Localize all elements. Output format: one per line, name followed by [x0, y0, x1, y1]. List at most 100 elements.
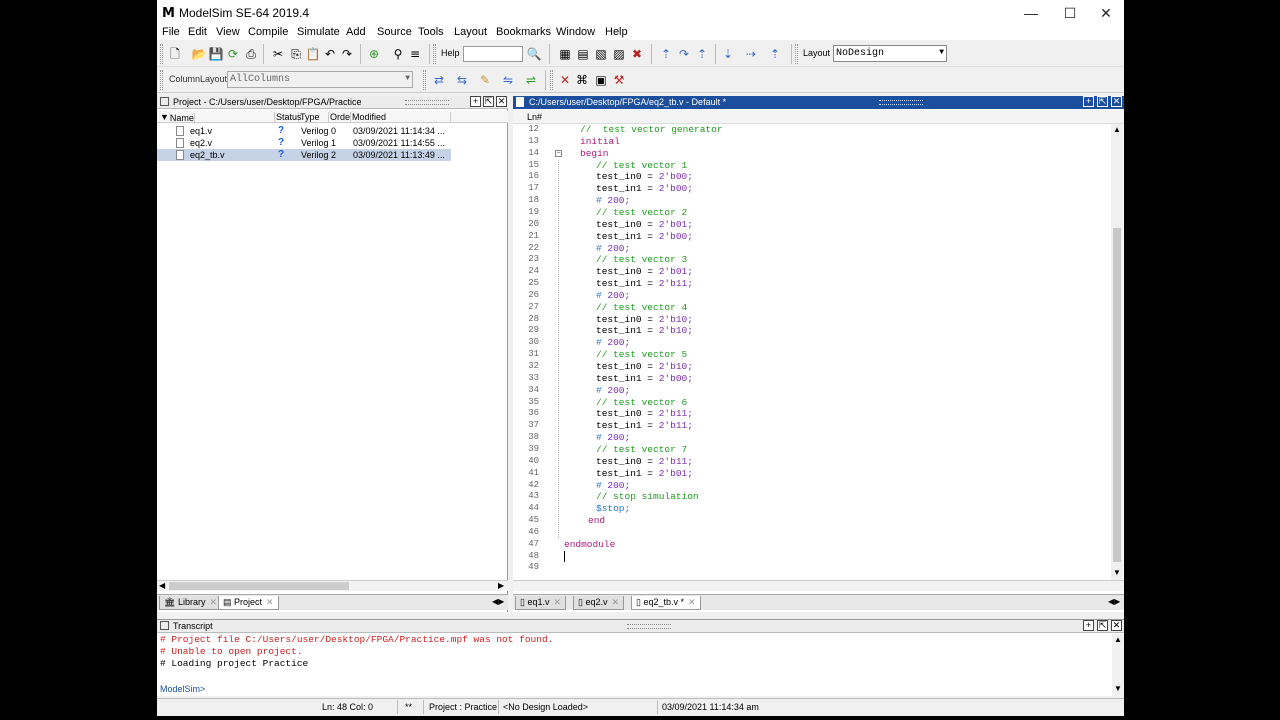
- wave-run-icon[interactable]: ⇌: [523, 72, 539, 88]
- code-line[interactable]: 14 begin: [513, 148, 1111, 160]
- add-pane-icon[interactable]: +: [1083, 620, 1094, 631]
- wave-add-icon[interactable]: ⇄: [431, 72, 447, 88]
- code-line[interactable]: 37 test_in1 = 2'b11;: [513, 420, 1111, 432]
- undo-icon[interactable]: ↶: [322, 46, 338, 62]
- code-line[interactable]: 41 test_in1 = 2'b01;: [513, 468, 1111, 480]
- code-line[interactable]: 21 test_in1 = 2'b00;: [513, 231, 1111, 243]
- step-out-icon[interactable]: ⇡: [694, 46, 710, 62]
- code-line[interactable]: 45 end: [513, 515, 1111, 527]
- note-icon[interactable]: ▣: [593, 72, 609, 88]
- help-search-icon[interactable]: 🔍: [526, 46, 542, 62]
- reload-icon[interactable]: ⟳: [225, 46, 241, 62]
- code-line[interactable]: 49: [513, 562, 1111, 574]
- tab-scroll-icon[interactable]: ◀▶: [1108, 597, 1120, 606]
- break-icon[interactable]: ▨: [611, 46, 627, 62]
- close-icon[interactable]: ✕: [554, 597, 562, 607]
- minimize-button[interactable]: —: [1013, 0, 1049, 26]
- code-line[interactable]: 34 # 200;: [513, 385, 1111, 397]
- menu-compile[interactable]: Compile: [248, 26, 288, 38]
- print-icon[interactable]: ⎙: [243, 46, 259, 62]
- menu-simulate[interactable]: Simulate: [297, 26, 340, 38]
- step-icon[interactable]: ⇣: [720, 46, 736, 62]
- wave-remove-icon[interactable]: ⇆: [454, 72, 470, 88]
- scroll-right-icon[interactable]: ▶: [498, 581, 504, 590]
- code-line[interactable]: 43 // stop simulation: [513, 491, 1111, 503]
- column-layout-select[interactable]: AllColumns ▼: [227, 71, 413, 88]
- compile-icon[interactable]: ▦: [557, 46, 573, 62]
- command-prompt[interactable]: ModelSim>: [160, 684, 205, 694]
- column-name[interactable]: ▼ Name: [157, 112, 275, 124]
- code-line[interactable]: 48: [513, 551, 1111, 563]
- code-line[interactable]: 31 // test vector 5: [513, 349, 1111, 361]
- clear-icon[interactable]: ⚒: [611, 72, 627, 88]
- code-line[interactable]: 26 # 200;: [513, 290, 1111, 302]
- scroll-down-icon[interactable]: ▼: [1113, 568, 1121, 577]
- step-over-icon[interactable]: ↷: [676, 46, 692, 62]
- menu-window[interactable]: Window: [556, 26, 595, 38]
- layout-select[interactable]: NoDesign ▼: [833, 45, 947, 62]
- scroll-thumb[interactable]: [169, 582, 349, 590]
- cut-icon[interactable]: ✂: [270, 46, 286, 62]
- code-line[interactable]: 46: [513, 527, 1111, 539]
- scroll-left-icon[interactable]: ◀: [159, 581, 165, 590]
- code-line[interactable]: 17 test_in1 = 2'b00;: [513, 183, 1111, 195]
- column-status[interactable]: Status: [275, 112, 302, 123]
- project-hscrollbar[interactable]: ◀ ▶: [157, 580, 508, 591]
- format-icon[interactable]: ≡: [407, 46, 423, 62]
- undock-icon[interactable]: ⇱: [1097, 96, 1108, 107]
- column-type[interactable]: Type: [299, 112, 329, 123]
- close-icon[interactable]: ✕: [266, 597, 274, 607]
- code-line[interactable]: 40 test_in0 = 2'b11;: [513, 456, 1111, 468]
- drag-handle[interactable]: [405, 100, 449, 105]
- editor-hscrollbar[interactable]: [513, 580, 1124, 591]
- undock-icon[interactable]: ⇱: [483, 96, 494, 107]
- scroll-thumb[interactable]: [1113, 228, 1121, 562]
- step-into-icon[interactable]: ⇢: [743, 46, 759, 62]
- code-line[interactable]: 47 endmodule: [513, 539, 1111, 551]
- menu-tools[interactable]: Tools: [418, 26, 444, 38]
- cursor-icon[interactable]: ✕: [557, 72, 573, 88]
- menu-source[interactable]: Source: [377, 26, 412, 38]
- scroll-up-icon[interactable]: ▲: [1113, 125, 1121, 134]
- tab-scroll-icon[interactable]: ◀▶: [492, 597, 504, 606]
- close-pane-icon[interactable]: ✕: [496, 96, 507, 107]
- menu-bookmarks[interactable]: Bookmarks: [496, 26, 551, 38]
- code-line[interactable]: 13 initial: [513, 136, 1111, 148]
- copy-icon[interactable]: ⎘: [288, 46, 304, 62]
- simulate-icon[interactable]: ▧: [593, 46, 609, 62]
- find-binoculars-icon[interactable]: ⚲: [390, 46, 406, 62]
- close-pane-icon[interactable]: ✕: [1111, 620, 1122, 631]
- toolbar-grip[interactable]: [160, 44, 163, 64]
- code-line[interactable]: 32 test_in0 = 2'b10;: [513, 361, 1111, 373]
- code-line[interactable]: 28 test_in0 = 2'b10;: [513, 314, 1111, 326]
- add-pane-icon[interactable]: +: [1083, 96, 1094, 107]
- tab-library[interactable]: 🏛 Library ✕: [159, 596, 223, 610]
- code-line[interactable]: 29 test_in1 = 2'b10;: [513, 325, 1111, 337]
- close-pane-icon[interactable]: ✕: [1111, 96, 1122, 107]
- code-line[interactable]: 12 // test vector generator: [513, 124, 1111, 136]
- code-line[interactable]: 18 # 200;: [513, 195, 1111, 207]
- code-line[interactable]: 33 test_in1 = 2'b00;: [513, 373, 1111, 385]
- transcript-vscrollbar[interactable]: ▲ ▼: [1112, 634, 1124, 696]
- code-line[interactable]: 27 // test vector 4: [513, 302, 1111, 314]
- maximize-button[interactable]: ☐: [1052, 0, 1088, 26]
- code-line[interactable]: 16 test_in0 = 2'b00;: [513, 171, 1111, 183]
- code-line[interactable]: 42 # 200;: [513, 480, 1111, 492]
- menu-add[interactable]: Add: [346, 26, 366, 38]
- code-line[interactable]: 24 test_in0 = 2'b01;: [513, 266, 1111, 278]
- stop-icon[interactable]: ✖: [629, 46, 645, 62]
- editor-vscrollbar[interactable]: ▲ ▼: [1111, 124, 1123, 580]
- menu-edit[interactable]: Edit: [188, 26, 207, 38]
- code-line[interactable]: 38 # 200;: [513, 432, 1111, 444]
- code-editor[interactable]: 12 // test vector generator 13 initial 14 beg…: [513, 124, 1111, 580]
- menu-layout[interactable]: Layout: [454, 26, 487, 38]
- column-modified[interactable]: Modified: [351, 112, 451, 123]
- wave-zoom-icon[interactable]: ⇋: [500, 72, 516, 88]
- project-file-row[interactable]: eq2.v ? Verilog 1 03/09/2021 11:14:55 ..…: [157, 137, 451, 149]
- compile-all-icon[interactable]: ▤: [575, 46, 591, 62]
- project-file-row[interactable]: eq1.v ? Verilog 0 03/09/2021 11:14:34 ..…: [157, 125, 451, 137]
- step-up-icon[interactable]: ⇡: [658, 46, 674, 62]
- menu-view[interactable]: View: [216, 26, 240, 38]
- drag-handle[interactable]: [879, 100, 923, 105]
- code-line[interactable]: 36 test_in0 = 2'b11;: [513, 408, 1111, 420]
